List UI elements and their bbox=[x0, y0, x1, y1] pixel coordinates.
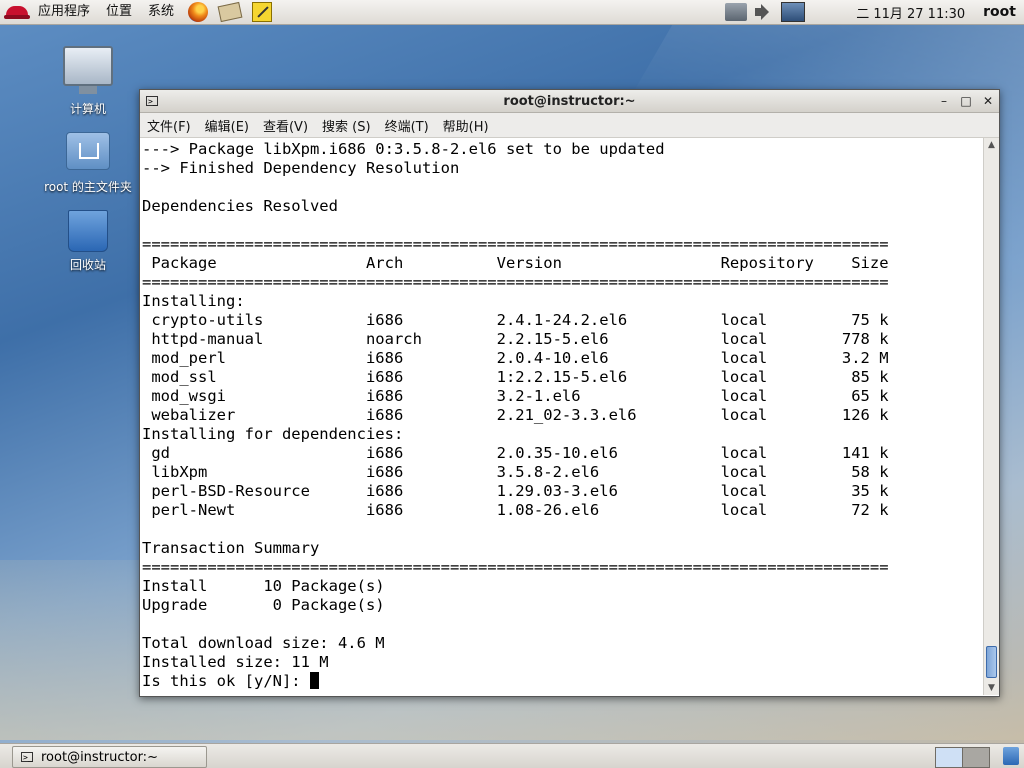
terminal-line: crypto-utils i686 2.4.1-24.2.el6 local 7… bbox=[151, 311, 889, 329]
menu-search[interactable]: 搜索 (S) bbox=[315, 116, 378, 135]
menu-edit[interactable]: 编辑(E) bbox=[198, 116, 256, 135]
terminal-line: Installed size: 11 M bbox=[142, 653, 329, 671]
menu-file[interactable]: 文件(F) bbox=[140, 116, 198, 135]
desktop-trash[interactable]: 回收站 bbox=[38, 210, 138, 273]
scroll-down-arrow-icon[interactable]: ▼ bbox=[984, 681, 999, 695]
terminal-line: Transaction Summary bbox=[142, 539, 320, 557]
menu-view[interactable]: 查看(V) bbox=[256, 116, 315, 135]
mail-icon bbox=[217, 1, 243, 23]
desktop-home-folder[interactable]: root 的主文件夹 bbox=[38, 132, 138, 195]
terminal-line: --> Finished Dependency Resolution bbox=[142, 159, 460, 177]
menu-terminal[interactable]: 终端(T) bbox=[378, 116, 436, 135]
window-menubar: 文件(F) 编辑(E) 查看(V) 搜索 (S) 终端(T) 帮助(H) bbox=[140, 113, 999, 138]
maximize-button[interactable]: □ bbox=[955, 90, 977, 112]
close-button[interactable]: ✕ bbox=[977, 90, 999, 112]
terminal-line: Upgrade 0 Package(s) bbox=[142, 596, 385, 614]
trash-icon[interactable] bbox=[1003, 747, 1019, 765]
terminal-text: ---> Package libXpm.i686 0:3.5.8-2.el6 s… bbox=[140, 138, 983, 691]
window-titlebar[interactable]: >_ root@instructor:~ – □ ✕ bbox=[140, 90, 999, 113]
top-panel: 应用程序 位置 系统 二 11月 27 11:30 root bbox=[0, 0, 1024, 25]
terminal-icon: >_ bbox=[146, 96, 158, 106]
terminal-output[interactable]: ---> Package libXpm.i686 0:3.5.8-2.el6 s… bbox=[140, 138, 983, 695]
menu-system[interactable]: 系统 bbox=[140, 0, 182, 24]
terminal-line: mod_perl i686 2.0.4-10.el6 local 3.2 M bbox=[151, 349, 889, 367]
terminal-scrollbar[interactable]: ▲ ▼ bbox=[983, 138, 999, 695]
desktop-icon-label: 计算机 bbox=[69, 102, 106, 116]
desktop-computer[interactable]: 计算机 bbox=[38, 46, 138, 117]
clock[interactable]: 二 11月 27 11:30 bbox=[848, 3, 973, 22]
trash-icon bbox=[68, 210, 108, 252]
desktop-icon-label: 回收站 bbox=[69, 258, 106, 272]
scroll-thumb[interactable] bbox=[986, 646, 997, 678]
terminal-prompt: Is this ok [y/N]: bbox=[142, 672, 310, 690]
terminal-line: ========================================… bbox=[142, 235, 889, 253]
system-tray: 二 11月 27 11:30 root bbox=[722, 2, 1024, 22]
terminal-line: Install 10 Package(s) bbox=[142, 577, 385, 595]
workspace-2[interactable] bbox=[962, 747, 990, 768]
terminal-line: ========================================… bbox=[142, 273, 889, 291]
mail-launcher[interactable] bbox=[217, 1, 243, 23]
menu-places[interactable]: 位置 bbox=[98, 0, 140, 24]
firefox-icon bbox=[188, 2, 209, 22]
window-title: root@instructor:~ bbox=[503, 93, 636, 109]
terminal-line: ========================================… bbox=[142, 558, 889, 576]
terminal-line: Installing: bbox=[142, 292, 245, 310]
notes-icon bbox=[252, 2, 273, 22]
menu-help[interactable]: 帮助(H) bbox=[436, 116, 496, 135]
terminal-line: Installing for dependencies: bbox=[142, 425, 404, 443]
terminal-cursor bbox=[309, 672, 319, 689]
terminal-window: >_ root@instructor:~ – □ ✕ 文件(F) 编辑(E) 查… bbox=[139, 89, 1000, 697]
terminal-line: perl-Newt i686 1.08-26.el6 local 72 k bbox=[151, 501, 889, 519]
terminal-line: Package Arch Version Repository Size bbox=[151, 254, 889, 272]
volume-icon[interactable] bbox=[753, 3, 775, 21]
scroll-up-arrow-icon[interactable]: ▲ bbox=[984, 138, 999, 152]
terminal-line: httpd-manual noarch 2.2.15-5.el6 local 7… bbox=[151, 330, 889, 348]
terminal-line: Dependencies Resolved bbox=[142, 197, 338, 215]
terminal-line: libXpm i686 3.5.8-2.el6 local 58 k bbox=[151, 463, 889, 481]
terminal-line: ---> Package libXpm.i686 0:3.5.8-2.el6 s… bbox=[142, 140, 665, 158]
terminal-line: mod_ssl i686 1:2.2.15-5.el6 local 85 k bbox=[151, 368, 889, 386]
network-icon[interactable] bbox=[725, 3, 748, 21]
display-icon[interactable] bbox=[781, 2, 806, 22]
terminal-line: Total download size: 4.6 M bbox=[142, 634, 385, 652]
desktop-icon-label: root 的主文件夹 bbox=[44, 180, 132, 194]
bottom-panel: >_ root@instructor:~ bbox=[0, 743, 1024, 768]
terminal-line: perl-BSD-Resource i686 1.29.03-3.el6 loc… bbox=[151, 482, 889, 500]
taskbar-label: root@instructor:~ bbox=[41, 749, 158, 765]
workspace-1[interactable] bbox=[935, 747, 963, 768]
redhat-logo-icon[interactable] bbox=[4, 2, 30, 22]
terminal-line: webalizer i686 2.21_02-3.3.el6 local 126… bbox=[151, 406, 889, 424]
computer-icon bbox=[63, 46, 113, 94]
minimize-button[interactable]: – bbox=[933, 90, 955, 112]
terminal-line: mod_wsgi i686 3.2-1.el6 local 65 k bbox=[151, 387, 889, 405]
firefox-launcher[interactable] bbox=[186, 1, 210, 23]
terminal-line: gd i686 2.0.35-10.el6 local 141 k bbox=[151, 444, 889, 462]
user-name[interactable]: root bbox=[973, 4, 1024, 20]
terminal-icon: >_ bbox=[21, 752, 33, 762]
notes-launcher[interactable] bbox=[250, 1, 274, 23]
home-folder-icon bbox=[66, 132, 110, 170]
taskbar-terminal-button[interactable]: >_ root@instructor:~ bbox=[12, 746, 207, 768]
menu-applications[interactable]: 应用程序 bbox=[30, 0, 98, 24]
